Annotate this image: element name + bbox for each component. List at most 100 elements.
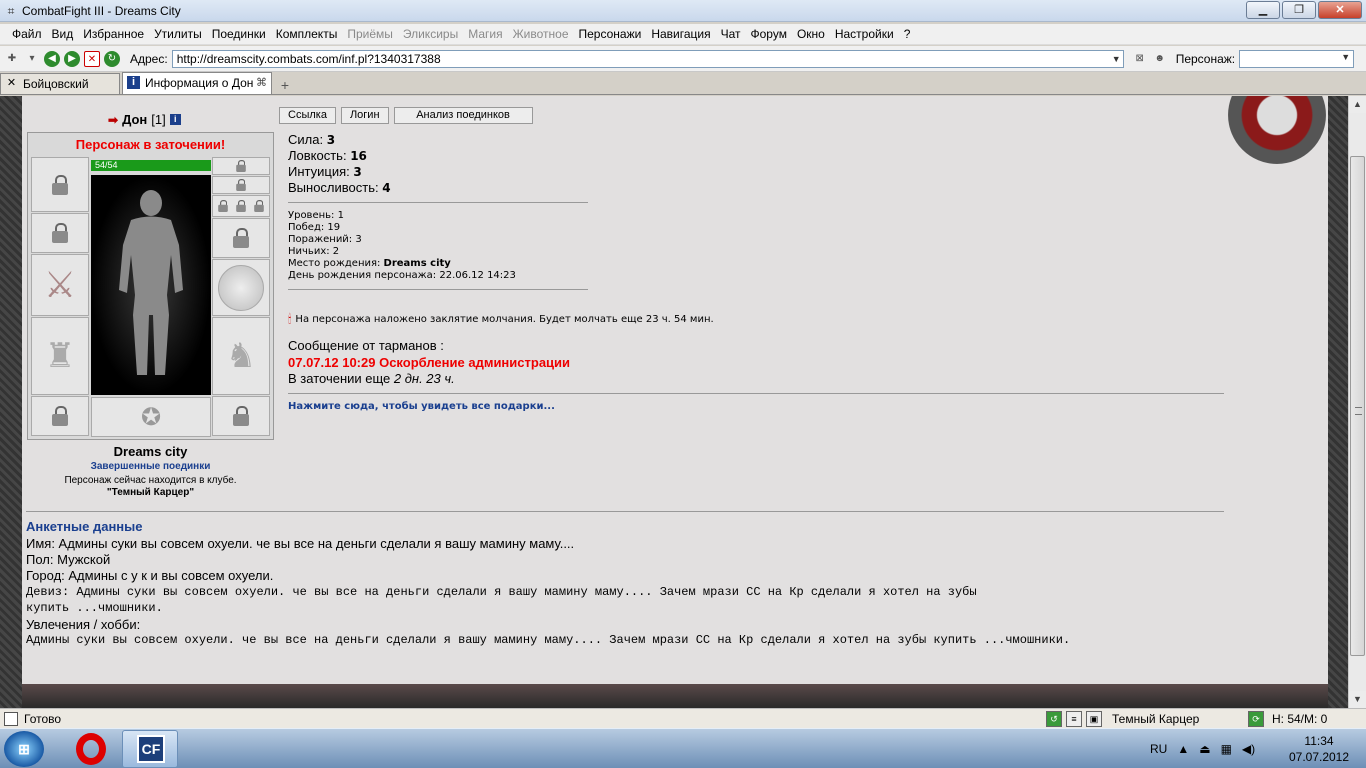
window-icon[interactable]: ▣ bbox=[1086, 711, 1102, 727]
pants-icon: ♞ bbox=[225, 337, 257, 375]
boots-slot[interactable] bbox=[212, 396, 270, 436]
menu-item[interactable]: Настройки bbox=[835, 27, 894, 41]
bracers-slot[interactable] bbox=[31, 213, 89, 253]
stop-icon[interactable]: ✕ bbox=[84, 50, 100, 67]
info-birthday: День рождения персонажа: 22.06.12 14:23 bbox=[288, 270, 516, 281]
gloves-slot[interactable] bbox=[212, 218, 270, 258]
silence-text: На персонажа наложено заклятие молчания.… bbox=[295, 314, 714, 325]
list-icon[interactable]: ≡ bbox=[1066, 711, 1082, 727]
menu-item[interactable]: Окно bbox=[797, 27, 825, 41]
finished-fights-link[interactable]: Завершенные поединки bbox=[27, 461, 274, 472]
menu-item[interactable]: Форум bbox=[751, 27, 787, 41]
menu-item[interactable]: Эликсиры bbox=[403, 27, 458, 41]
people-icon[interactable]: ☻ bbox=[1152, 51, 1168, 67]
lock-icon bbox=[236, 160, 247, 172]
opera-icon bbox=[76, 733, 106, 765]
character-name: Дон bbox=[122, 112, 148, 127]
cf-icon: CF bbox=[137, 735, 165, 763]
menu-item[interactable]: Вид bbox=[52, 27, 74, 41]
fight-analysis-button[interactable]: Анализ поединков bbox=[393, 107, 533, 124]
person-dropdown-icon[interactable]: ▼ bbox=[1341, 52, 1350, 62]
scroll-down-icon[interactable]: ▼ bbox=[1349, 691, 1366, 708]
character-info: Уровень: 1 Побед: 19 Поражений: 3 Ничьих… bbox=[288, 210, 516, 282]
emblem-slot: ✪ bbox=[91, 397, 211, 437]
menu-item[interactable]: Животное bbox=[513, 27, 569, 41]
usb-icon[interactable]: ⏏ bbox=[1199, 742, 1210, 756]
new-tab-button[interactable]: + bbox=[276, 76, 294, 94]
menu-item[interactable]: Избранное bbox=[83, 27, 144, 41]
amulet-slot[interactable] bbox=[212, 176, 270, 194]
opera-taskbar-button[interactable] bbox=[62, 731, 118, 767]
network-icon[interactable]: ▦ bbox=[1221, 742, 1232, 756]
minimize-button[interactable]: ▁ bbox=[1246, 1, 1280, 19]
shield-slot[interactable] bbox=[212, 259, 270, 316]
menu-item[interactable]: Персонажи bbox=[579, 27, 642, 41]
menu-item[interactable]: Чат bbox=[721, 27, 741, 41]
earring-slot[interactable] bbox=[212, 157, 270, 175]
tray-expand-icon[interactable]: ▲ bbox=[1177, 742, 1189, 756]
tab-info[interactable]: i Информация о Дон ⌘ bbox=[122, 72, 272, 94]
menu-item[interactable]: Магия bbox=[468, 27, 502, 41]
vertical-scrollbar[interactable]: ▲ ▼ bbox=[1348, 96, 1366, 708]
start-button[interactable]: ⊞ bbox=[4, 731, 44, 767]
weapon-slot[interactable]: ⚔ bbox=[31, 254, 89, 316]
dropdown-arrow-icon[interactable]: ▾ bbox=[24, 51, 40, 67]
address-label: Адрес: bbox=[130, 51, 168, 66]
info-icon[interactable]: i bbox=[169, 114, 181, 125]
maximize-button[interactable]: ❐ bbox=[1282, 1, 1316, 19]
stat-label: Выносливость: bbox=[288, 180, 379, 195]
refresh-icon[interactable]: ↻ bbox=[104, 50, 120, 67]
helmet-slot[interactable] bbox=[31, 157, 89, 212]
lock-icon bbox=[232, 228, 250, 248]
lock-icon bbox=[51, 174, 69, 195]
rings-slot[interactable] bbox=[212, 195, 270, 217]
message-reason: 07.07.12 10:29 Оскорбление администрации bbox=[288, 355, 571, 370]
stat-value: 16 bbox=[350, 149, 367, 163]
refresh-status-icon[interactable]: ↺ bbox=[1046, 711, 1062, 727]
person-select[interactable]: ▼ bbox=[1239, 49, 1355, 68]
stat-agility: Ловкость: 16 bbox=[288, 148, 391, 164]
scroll-up-icon[interactable]: ▲ bbox=[1349, 96, 1366, 113]
menu-item[interactable]: Комплекты bbox=[276, 27, 338, 41]
info-birthplace: Место рождения: Dreams city bbox=[288, 258, 516, 270]
pants-slot[interactable]: ♞ bbox=[212, 317, 270, 395]
clear-icon[interactable]: ⊠ bbox=[1132, 51, 1148, 67]
clock[interactable]: 11:34 07.07.2012 bbox=[1284, 733, 1354, 765]
info-level: Уровень: 1 bbox=[288, 210, 344, 221]
scroll-thumb[interactable] bbox=[1350, 156, 1365, 656]
status-text: Готово bbox=[24, 711, 62, 726]
frame-border bbox=[22, 684, 1328, 708]
stats: Сила: 3 Ловкость: 16 Интуиция: 3 Выносли… bbox=[288, 132, 391, 196]
belt-slot[interactable] bbox=[31, 396, 89, 436]
link-button[interactable]: Ссылка bbox=[279, 107, 336, 124]
login-button[interactable]: Логин bbox=[340, 107, 389, 124]
gifts-link[interactable]: Нажмите сюда, чтобы увидеть все подарки.… bbox=[288, 401, 555, 412]
menu-item[interactable]: Приёмы bbox=[347, 27, 393, 41]
menu-item[interactable]: ? bbox=[904, 27, 911, 41]
status-location: Темный Карцер bbox=[1112, 712, 1200, 726]
language-indicator[interactable]: RU bbox=[1150, 742, 1167, 756]
stat-value: 3 bbox=[353, 165, 362, 179]
armor-slot[interactable]: ♜ bbox=[31, 317, 89, 395]
menu-item[interactable]: Навигация bbox=[651, 27, 710, 41]
volume-icon[interactable]: ◀) bbox=[1242, 742, 1255, 756]
forward-icon[interactable]: ▶ bbox=[64, 50, 80, 67]
close-button[interactable]: ✕ bbox=[1318, 1, 1362, 19]
status-right: ↺ ≡ ▣ Темный Карцер ⟳ H: 54/M: 0 bbox=[1046, 711, 1327, 727]
menu-item[interactable]: Утилиты bbox=[154, 27, 202, 41]
pin-icon[interactable]: ✚ bbox=[4, 51, 20, 67]
tab-fight-club[interactable]: ✕ Бойцовский клуб bbox=[0, 73, 120, 111]
menu-bar: Файл Вид Избранное Утилиты Поединки Комплекты… bbox=[0, 24, 1366, 45]
paperdoll: Персонаж в заточении! ⚔ ♜ 54/54 ✪ ♞ bbox=[27, 132, 274, 440]
message-header: Сообщение от тарманов : bbox=[288, 338, 444, 353]
back-icon[interactable]: ◀ bbox=[44, 50, 60, 67]
location-name: "Темный Карцер" bbox=[106, 487, 195, 498]
menu-item[interactable]: Поединки bbox=[212, 27, 266, 41]
address-input[interactable]: http://dreamscity.combats.com/inf.pl?134… bbox=[171, 49, 1124, 68]
menu-item[interactable]: Файл bbox=[12, 27, 42, 41]
combatfight-taskbar-button[interactable]: CF bbox=[122, 730, 178, 768]
stat-intuition: Интуиция: 3 bbox=[288, 164, 391, 180]
tab-close-icon[interactable]: ⌘ bbox=[256, 73, 267, 93]
sync-icon[interactable]: ⟳ bbox=[1248, 711, 1264, 727]
address-dropdown-icon[interactable]: ▼ bbox=[1112, 51, 1121, 67]
